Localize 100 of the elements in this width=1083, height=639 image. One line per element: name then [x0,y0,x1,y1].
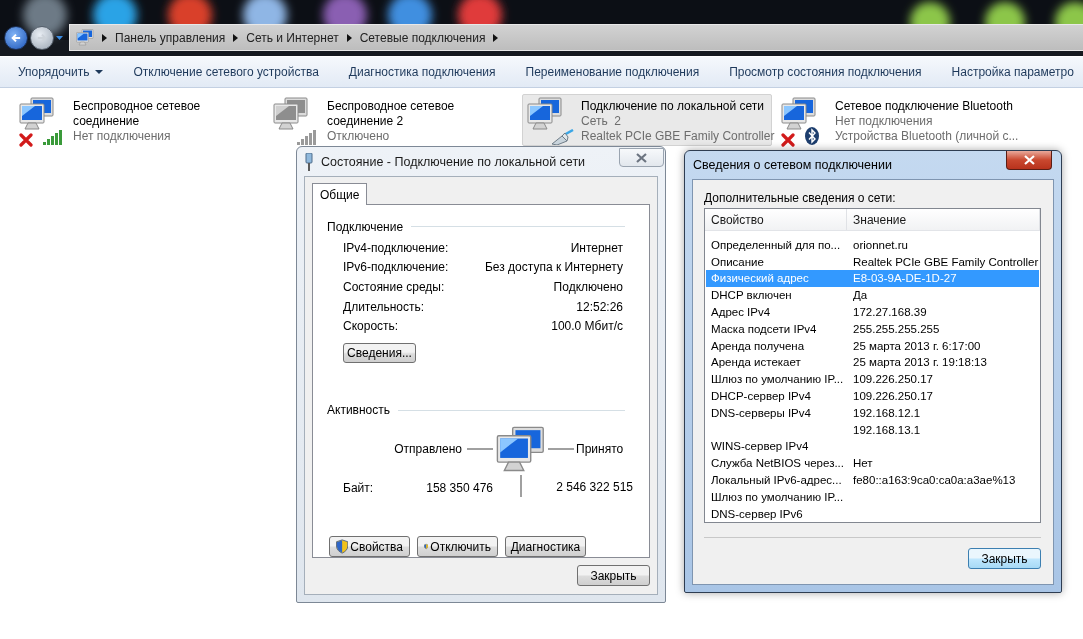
table-row[interactable]: Маска подсети IPv4 255.255.255.255 [706,320,1039,338]
cable-plug-icon [551,129,575,145]
table-cell-text: 109.226.250.17 [852,373,934,386]
bluetooth-icon [805,127,819,145]
field-label: IPv6-подключение: [343,260,449,275]
table-cell-text: DHCP включен [710,289,793,302]
signal-bars-icon [297,129,317,145]
table-cell-text: Физический адрес [710,272,810,285]
table-row[interactable]: Аренда получена 25 марта 2013 г. 6:17:00 [706,337,1039,355]
close-button[interactable]: Закрыть [968,548,1041,569]
table-row[interactable]: Адрес IPv4 172.27.168.39 [706,303,1039,321]
connection-item[interactable]: Сетевое подключение Bluetooth Нет подключения Устройства Bluetooth (личной с... [776,94,1030,146]
table-cell-text: Да [852,289,869,302]
table-row[interactable]: DHCP-сервер IPv4 109.226.250.17 [706,387,1039,405]
table-row[interactable]: Аренда истекает 25 марта 2013 г. 19:18:13 [706,354,1039,371]
network-computers-icon [495,425,546,473]
section-title: Активность [327,403,390,418]
network-computers-icon [527,97,563,131]
breadcrumb[interactable]: Сеть и Интернет [246,30,339,45]
table-cell-text: Описание [710,255,765,268]
network-folder-icon [76,29,94,46]
details-button[interactable]: Сведения... [343,342,416,363]
device-name: Устройства Bluetooth (личной с... [835,129,1019,144]
table-row[interactable]: DHCP включен Да [706,286,1039,304]
table-cell-text: Определенный для по... [710,238,842,251]
table-cell-text: Realtek PCIe GBE Family Controller [852,255,1039,268]
close-button[interactable]: Закрыть [577,565,650,586]
field-value: Интернет [570,240,623,255]
field-value: Подключено [553,280,623,294]
connection-name: Беспроводное сетевое соединение [73,99,202,129]
chevron-icon [102,33,107,42]
connection-status: Отключено [327,129,391,144]
connection-name: Подключение по локальной сети [581,99,765,114]
table-cell-text: Локальный IPv6-адрес... [710,474,843,486]
table-cell-text: DHCP-сервер IPv4 [710,390,812,402]
chevron-icon [233,33,239,42]
table-row[interactable]: DNS-серверы IPv4 192.168.12.1 [706,404,1039,422]
error-x-icon [781,133,795,147]
table-cell-text: 109.226.250.17 [852,390,934,402]
network-computers-icon [273,97,309,131]
table-cell-text: Аренда получена [710,339,806,352]
organize-menu[interactable]: Упорядочить [8,60,114,84]
error-x-icon [19,133,33,147]
caret-icon [95,70,104,74]
table-row[interactable]: Локальный IPv6-адрес... fe80::a163:9ca0:ca0a:a3ae%13 [706,471,1039,489]
table-cell-text: orionnet.ru [852,238,909,251]
table-row[interactable]: DNS-сервер IPv6 [706,505,1039,522]
table-cell-text: DNS-серверы IPv4 [710,406,812,419]
network-computers-icon [19,97,55,131]
caption: Дополнительные сведения о сети: [704,191,897,207]
dialog-button[interactable]: Отключить [417,536,498,557]
field-label: Скорость: [343,319,399,334]
table-cell-text: Служба NetBIOS через... [710,457,845,470]
breadcrumb[interactable]: Панель управления [115,30,226,45]
toolbar-button[interactable]: Диагностика подключения [338,60,506,84]
field-label: IPv4-подключение: [343,240,449,255]
address-bar[interactable]: Панель управления Сеть и Интернет Сетевые подключения [69,24,1083,51]
field-value: Без доступа к Интернету [485,260,623,275]
connection-status: Нет подключения [835,114,934,129]
tab[interactable]: Общие [312,183,368,205]
toolbar-button[interactable]: Просмотр состояния подключения [719,60,932,84]
shield-icon [336,539,349,554]
received-bytes: 2 546 322 515 [555,480,634,494]
table-row[interactable]: Определенный для по... orionnet.ru [706,236,1039,254]
table-cell-text: 192.168.13.1 [852,423,922,436]
column-header[interactable]: Свойство [705,209,847,231]
dialog-button[interactable]: Диагностика [505,536,586,557]
table-cell-text: Аренда истекает [710,356,802,369]
table-row[interactable]: Шлюз по умолчанию IP... 109.226.250.17 [706,370,1039,388]
table-row[interactable]: Описание Realtek PCIe GBE Family Controller [706,253,1039,271]
chevron-icon [346,33,352,42]
table-cell-text: 25 марта 2013 г. 6:17:00 [852,339,982,352]
window-title: Состояние - Подключение по локальной сети [321,154,586,169]
dialog-button[interactable]: Свойства [329,536,410,557]
table-cell-text: E8-03-9A-DE-1D-27 [852,272,958,285]
table-cell-text: fe80::a163:9ca0:ca0a:a3ae%13 [852,474,1017,486]
connection-name: Сетевое подключение Bluetooth [835,99,1014,114]
device-name: Realtek PCIe GBE Family Controller [581,129,775,144]
close-button[interactable] [1006,151,1052,170]
close-icon [1023,155,1035,165]
toolbar-button[interactable]: Настройка параметро [941,60,1083,84]
sent-bytes: 158 350 476 [426,481,493,495]
table-row[interactable]: Служба NetBIOS через... Нет [706,454,1039,472]
connection-item[interactable]: Беспроводное сетевое соединение Нет подключения [14,94,268,146]
toolbar-button[interactable]: Отключение сетевого устройства [123,60,329,84]
table-cell-text: WINS-сервер IPv4 [710,440,810,453]
table-cell-text: Маска подсети IPv4 [710,322,818,335]
table-row[interactable]: Шлюз по умолчанию IP... [706,488,1039,506]
toolbar-button[interactable]: Переименование подключения [515,60,710,84]
field-value: 100.0 Мбит/с [551,319,623,334]
table-row[interactable]: 192.168.13.1 [706,421,1039,438]
field-label: Состояние среды: [343,280,445,294]
connection-status: Нет подключения [73,129,172,144]
table-cell-text: Шлюз по умолчанию IP... [710,490,845,503]
breadcrumb[interactable]: Сетевые подключения [359,30,486,45]
connection-status: Сеть 2 [581,114,623,129]
column-header[interactable]: Значение [847,209,1040,231]
table-cell-text: 25 марта 2013 г. 19:18:13 [852,356,988,369]
table-row[interactable]: WINS-сервер IPv4 [706,438,1039,455]
close-icon [636,152,647,163]
